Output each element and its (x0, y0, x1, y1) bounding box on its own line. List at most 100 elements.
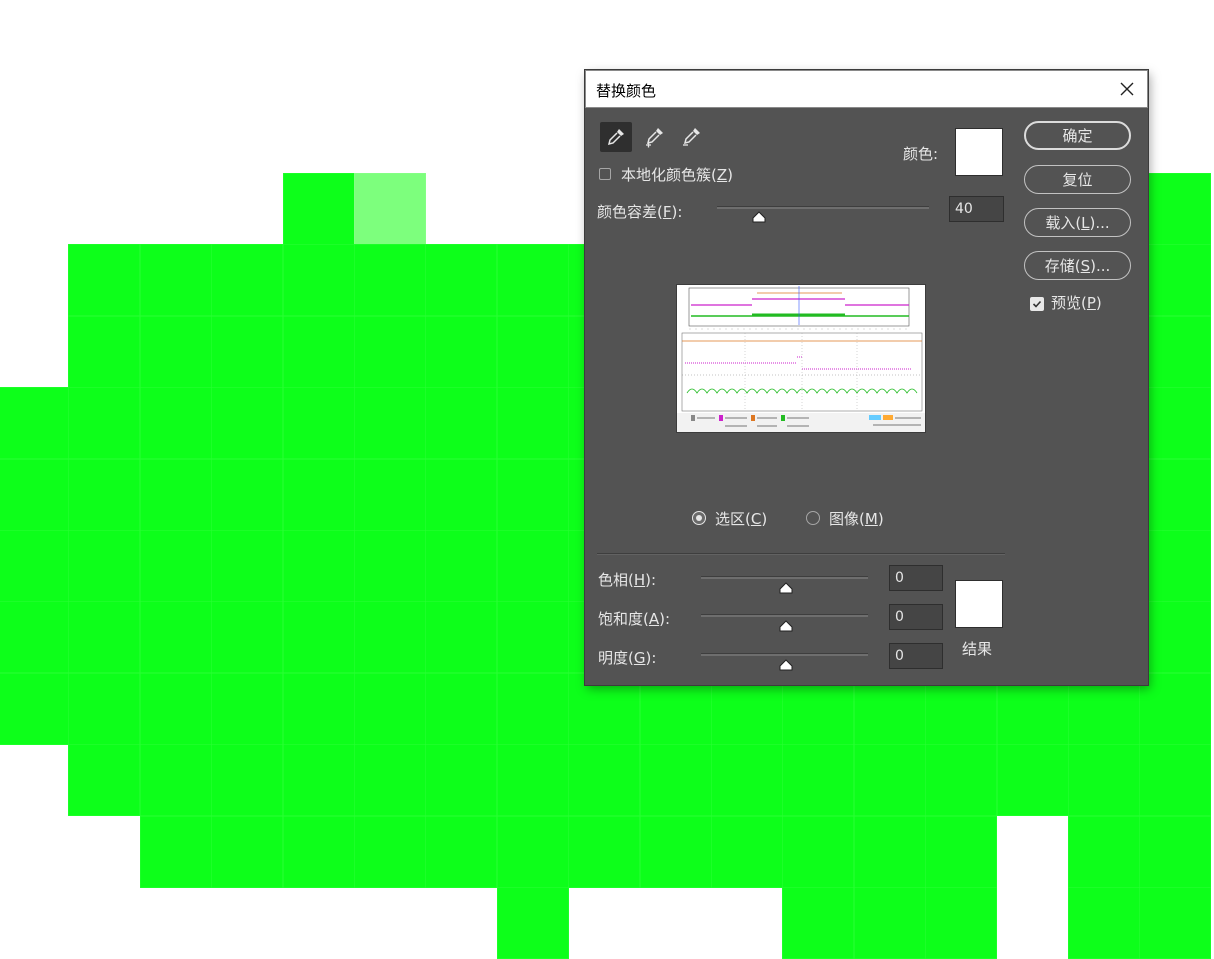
canvas-pixel (425, 530, 497, 602)
color-label: 颜色: (903, 145, 939, 163)
eyedropper-tool[interactable] (600, 122, 632, 152)
canvas-pixel (711, 744, 783, 816)
localized-color-clusters-label: 本地化颜色簇(Z) (621, 166, 733, 184)
canvas-pixel (68, 673, 140, 745)
canvas-pixel (497, 459, 569, 531)
canvas-pixel (211, 744, 283, 816)
tolerance-input[interactable] (949, 196, 1004, 222)
canvas-pixel (497, 316, 569, 388)
selection-radio-label: 选区(C) (715, 510, 768, 528)
canvas-pixel (1068, 744, 1140, 816)
canvas-pixel (211, 316, 283, 388)
canvas-pixel (1139, 459, 1211, 531)
hue-input[interactable] (889, 565, 943, 591)
eyedropper-subtract-icon (683, 128, 700, 146)
canvas-pixel (425, 244, 497, 316)
image-radio-label: 图像(M) (829, 510, 884, 528)
slider-thumb-icon[interactable] (779, 582, 793, 594)
canvas-pixel (68, 530, 140, 602)
canvas-pixel (354, 816, 426, 888)
canvas-pixel (140, 673, 212, 745)
lightness-input[interactable] (889, 643, 943, 669)
save-button[interactable]: 存储(S)... (1024, 251, 1131, 280)
canvas-pixel (140, 316, 212, 388)
canvas-pixel (997, 744, 1069, 816)
eyedropper-icon (607, 129, 624, 146)
hue-slider[interactable] (701, 576, 868, 579)
result-swatch (955, 580, 1003, 628)
canvas-pixel (211, 673, 283, 745)
canvas-pixel (354, 173, 426, 245)
canvas-pixel (925, 816, 997, 888)
canvas-pixel (140, 244, 212, 316)
reset-button[interactable]: 复位 (1024, 165, 1131, 194)
canvas-pixel (211, 244, 283, 316)
color-swatch[interactable] (955, 128, 1003, 176)
canvas-pixel (568, 744, 640, 816)
image-radio[interactable] (806, 511, 820, 525)
eyedropper-subtract-tool[interactable] (675, 122, 707, 152)
close-icon[interactable] (1119, 81, 1135, 97)
dialog-titlebar[interactable]: 替换颜色 (585, 70, 1148, 108)
saturation-slider[interactable] (701, 614, 868, 617)
canvas-pixel (1139, 387, 1211, 459)
tolerance-slider[interactable] (717, 206, 929, 209)
canvas-pixel (354, 601, 426, 673)
canvas-pixel (354, 459, 426, 531)
canvas-pixel (283, 673, 355, 745)
canvas-pixel (68, 744, 140, 816)
canvas-pixel (283, 530, 355, 602)
slider-thumb-icon[interactable] (779, 620, 793, 632)
preview-checkbox[interactable] (1030, 297, 1044, 311)
replace-color-dialog: 替换颜色 本地化颜色簇(Z) 颜色: 颜色容差(F): 40 选区(C) 图像(… (585, 70, 1148, 685)
canvas-pixel (497, 816, 569, 888)
canvas-pixel (283, 816, 355, 888)
canvas-pixel (354, 673, 426, 745)
canvas-pixel (1139, 673, 1211, 745)
canvas-pixel (283, 316, 355, 388)
canvas-pixel (854, 744, 926, 816)
result-label: 结果 (962, 640, 993, 658)
canvas-pixel (0, 601, 69, 673)
canvas-pixel (211, 601, 283, 673)
canvas-pixel (211, 530, 283, 602)
canvas-pixel (640, 816, 712, 888)
canvas-pixel (283, 387, 355, 459)
saturation-input[interactable] (889, 604, 943, 630)
canvas-pixel (354, 316, 426, 388)
canvas-pixel (68, 316, 140, 388)
selection-radio[interactable] (692, 511, 706, 525)
hue-label: 色相(H): (598, 571, 657, 589)
canvas-pixel (0, 530, 69, 602)
eyedropper-add-tool[interactable] (638, 122, 670, 152)
canvas-pixel (140, 601, 212, 673)
canvas-pixel (497, 673, 569, 745)
canvas-pixel (1139, 744, 1211, 816)
canvas-pixel (140, 387, 212, 459)
slider-thumb-icon[interactable] (752, 211, 766, 223)
canvas-pixel (497, 530, 569, 602)
canvas-pixel (0, 459, 69, 531)
canvas-pixel (140, 816, 212, 888)
canvas-pixel (140, 459, 212, 531)
canvas-pixel (354, 744, 426, 816)
load-button[interactable]: 载入(L)... (1024, 208, 1131, 237)
canvas-pixel (425, 316, 497, 388)
canvas-pixel (568, 816, 640, 888)
lightness-slider[interactable] (701, 653, 868, 656)
saturation-label: 饱和度(A): (598, 610, 671, 628)
canvas-pixel (1139, 316, 1211, 388)
canvas-pixel (211, 816, 283, 888)
canvas-pixel (1068, 887, 1140, 959)
canvas-pixel (640, 744, 712, 816)
canvas-pixel (1139, 530, 1211, 602)
canvas-pixel (354, 244, 426, 316)
canvas-pixel (925, 744, 997, 816)
canvas-pixel (211, 459, 283, 531)
canvas-pixel (425, 601, 497, 673)
canvas-pixel (497, 887, 569, 959)
slider-thumb-icon[interactable] (779, 659, 793, 671)
ok-button[interactable]: 确定 (1024, 121, 1131, 150)
canvas-pixel (497, 387, 569, 459)
localized-color-clusters-checkbox[interactable] (599, 168, 611, 180)
